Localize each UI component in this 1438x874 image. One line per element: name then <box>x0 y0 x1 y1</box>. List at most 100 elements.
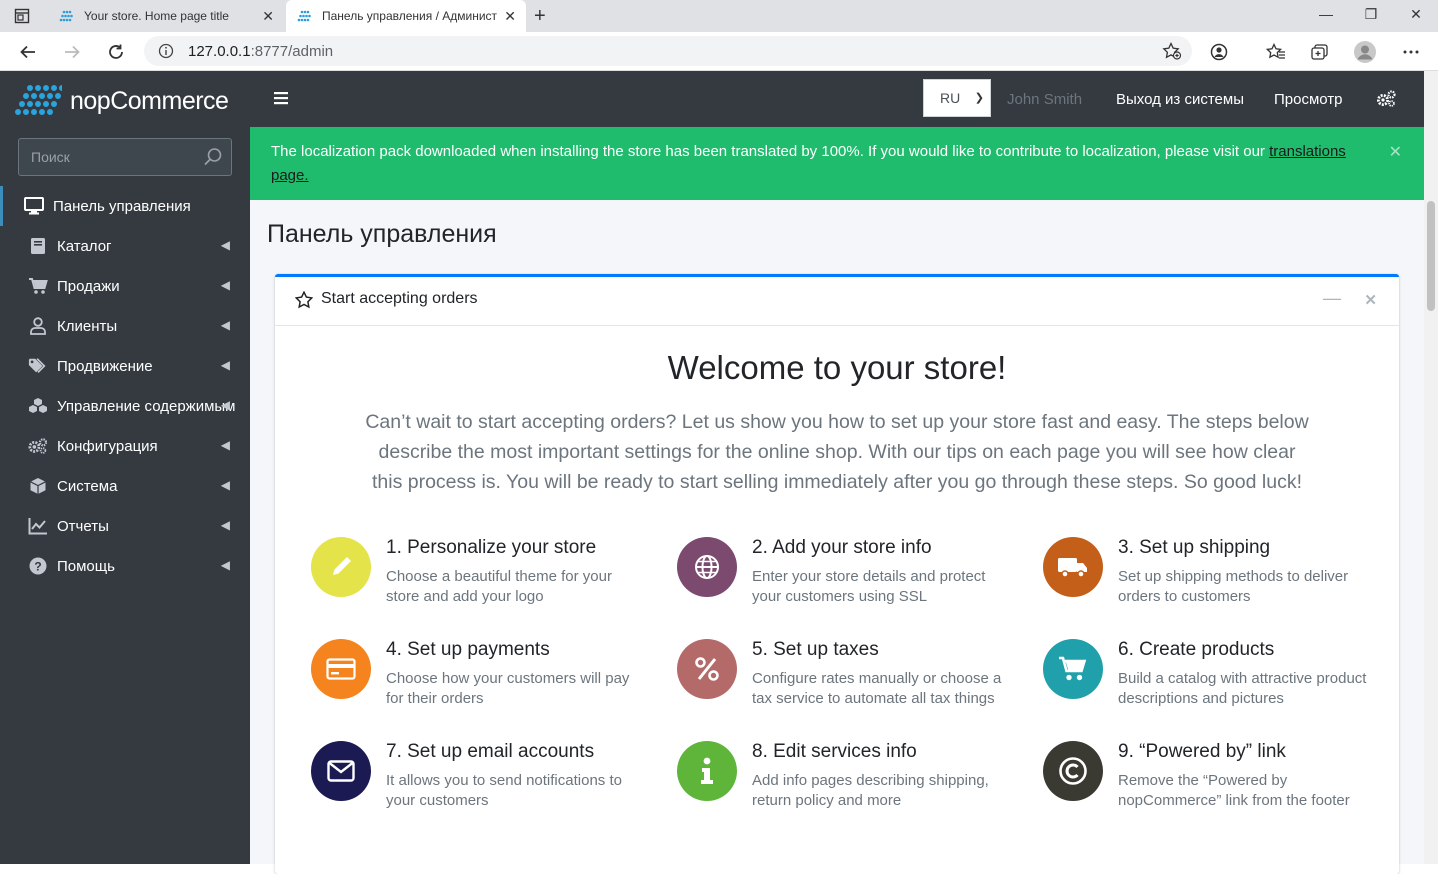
favicon-icon <box>59 10 73 22</box>
url-field[interactable]: 127.0.0.1:8777/admin <box>144 36 1192 66</box>
step-description: Remove the “Powered by nopCommerce” link… <box>1118 772 1350 809</box>
step-title[interactable]: 7. Set up email accounts <box>386 741 594 763</box>
step-powered-by[interactable]: 9. “Powered by” link Remove the “Powered… <box>1043 741 1383 821</box>
step-description: Choose a beautiful theme for your store … <box>386 568 612 605</box>
avatar[interactable] <box>1353 40 1377 64</box>
sidebar-item-dashboard[interactable]: Панель управления <box>0 186 250 226</box>
nopcommerce-logo-icon <box>15 85 62 115</box>
url-text: 127.0.0.1:8777/admin <box>188 43 334 60</box>
browser-tab-store[interactable]: Your store. Home page title ✕ <box>48 0 284 32</box>
chevron-left-icon: ◀ <box>220 438 230 452</box>
tags-icon <box>28 356 48 376</box>
collapse-icon[interactable]: — <box>1323 288 1341 309</box>
tab-close-icon[interactable]: ✕ <box>504 8 516 25</box>
chevron-left-icon: ◀ <box>220 558 230 572</box>
language-select[interactable]: RU ❯ <box>923 79 991 117</box>
step-payments[interactable]: 4. Set up payments Choose how your custo… <box>311 639 651 719</box>
logo[interactable]: nopCommerce <box>12 83 229 119</box>
forward-icon[interactable] <box>60 40 84 64</box>
sidebar-item-promotions[interactable]: Продвижение ◀ <box>0 346 250 386</box>
step-title[interactable]: 6. Create products <box>1118 639 1274 661</box>
line-chart-icon <box>28 516 48 536</box>
localization-alert: The localization pack downloaded when in… <box>250 127 1424 200</box>
sidebar-item-system[interactable]: Система ◀ <box>0 466 250 506</box>
logout-link[interactable]: Выход из системы <box>1116 91 1244 108</box>
sidebar-item-sales[interactable]: Продажи ◀ <box>0 266 250 306</box>
minimize-icon[interactable]: — <box>1316 6 1336 22</box>
logo-text: nopCommerce <box>70 86 229 115</box>
card-header: Start accepting orders — ✕ <box>275 277 1399 326</box>
new-tab-icon[interactable]: + <box>534 5 546 28</box>
alert-close-icon[interactable]: ✕ <box>1389 141 1402 165</box>
sidebar-item-reports[interactable]: Отчеты ◀ <box>0 506 250 546</box>
step-store-info[interactable]: 2. Add your store info Enter your store … <box>677 537 1017 617</box>
settings-cogs-icon[interactable] <box>1376 90 1396 108</box>
more-icon[interactable] <box>1399 40 1423 64</box>
shopping-cart-icon <box>1043 639 1103 699</box>
browser-tab-admin[interactable]: Панель управления / Админист ✕ <box>286 0 526 32</box>
cube-icon <box>28 476 48 496</box>
sidebar-item-label: Конфигурация <box>57 437 158 455</box>
welcome-heading: Welcome to your store! <box>667 349 1007 386</box>
sidebar-nav: Панель управления Каталог ◀ Продажи ◀ Кл… <box>0 186 250 586</box>
step-title[interactable]: 5. Set up taxes <box>752 639 879 661</box>
sidebar: nopCommerce Панель управления Каталог ◀ … <box>0 71 250 864</box>
credit-card-icon <box>311 639 371 699</box>
sidebar-item-label: Отчеты <box>57 517 109 535</box>
window-menu-icon[interactable] <box>14 8 30 24</box>
add-favorite-icon[interactable] <box>1162 42 1182 60</box>
user-name[interactable]: John Smith <box>1007 91 1082 108</box>
step-title[interactable]: 4. Set up payments <box>386 639 550 661</box>
step-title[interactable]: 9. “Powered by” link <box>1118 741 1286 763</box>
book-icon <box>28 236 48 256</box>
favorites-icon[interactable] <box>1264 40 1288 64</box>
window-close-icon[interactable]: ✕ <box>1406 6 1426 23</box>
sidebar-item-label: Панель управления <box>53 197 191 215</box>
sidebar-item-label: Помощь <box>57 557 115 575</box>
step-title[interactable]: 2. Add your store info <box>752 537 932 559</box>
chevron-left-icon: ◀ <box>220 478 230 492</box>
back-icon[interactable] <box>16 40 40 64</box>
restore-icon[interactable]: ❐ <box>1361 6 1381 23</box>
copyright-icon <box>1043 741 1103 801</box>
card-close-icon[interactable]: ✕ <box>1364 291 1377 309</box>
step-title[interactable]: 3. Set up shipping <box>1118 537 1270 559</box>
collections-icon[interactable] <box>1308 40 1332 64</box>
step-email-accounts[interactable]: 7. Set up email accounts It allows you t… <box>311 741 651 821</box>
search-icon[interactable] <box>203 147 223 167</box>
page-scrollbar[interactable] <box>1424 71 1438 864</box>
step-shipping[interactable]: 3. Set up shipping Set up shipping metho… <box>1043 537 1383 617</box>
main-content: Панель управления Start accepting orders… <box>250 200 1424 874</box>
scrollbar-thumb[interactable] <box>1427 201 1435 311</box>
search-input[interactable] <box>19 139 199 175</box>
step-personalize[interactable]: 1. Personalize your store Choose a beaut… <box>311 537 651 617</box>
sidebar-item-configuration[interactable]: Конфигурация ◀ <box>0 426 250 466</box>
sidebar-item-help[interactable]: ? Помощь ◀ <box>0 546 250 586</box>
view-store-link[interactable]: Просмотр <box>1274 91 1343 108</box>
step-title[interactable]: 1. Personalize your store <box>386 537 596 559</box>
reload-icon[interactable] <box>104 40 128 64</box>
site-info-icon[interactable] <box>158 43 174 59</box>
profile-sync-icon[interactable] <box>1207 40 1231 64</box>
sidebar-item-catalog[interactable]: Каталог ◀ <box>0 226 250 266</box>
tab-title: Панель управления / Админист <box>322 9 498 23</box>
welcome-intro: Can’t wait to start accepting orders? Le… <box>365 411 1309 493</box>
step-description: Enter your store details and protect you… <box>752 568 986 605</box>
page-title: Панель управления <box>267 220 497 248</box>
star-icon <box>295 291 313 309</box>
sidebar-item-content-management[interactable]: Управление содержимым ◀ <box>0 386 250 426</box>
step-products[interactable]: 6. Create products Build a catalog with … <box>1043 639 1383 719</box>
step-description: Set up shipping methods to deliver order… <box>1118 568 1349 605</box>
step-title[interactable]: 8. Edit services info <box>752 741 917 763</box>
sidebar-item-customers[interactable]: Клиенты ◀ <box>0 306 250 346</box>
chevron-left-icon: ◀ <box>220 318 230 332</box>
hamburger-menu-icon[interactable] <box>274 91 288 105</box>
step-services-info[interactable]: 8. Edit services info Add info pages des… <box>677 741 1017 821</box>
chevron-left-icon: ◀ <box>220 398 230 412</box>
tab-close-icon[interactable]: ✕ <box>262 8 274 25</box>
sidebar-item-label: Продвижение <box>57 357 153 375</box>
sidebar-item-label: Система <box>57 477 118 495</box>
desktop-icon <box>24 196 44 216</box>
step-taxes[interactable]: 5. Set up taxes Configure rates manually… <box>677 639 1017 719</box>
address-bar: 127.0.0.1:8777/admin <box>0 32 1438 71</box>
